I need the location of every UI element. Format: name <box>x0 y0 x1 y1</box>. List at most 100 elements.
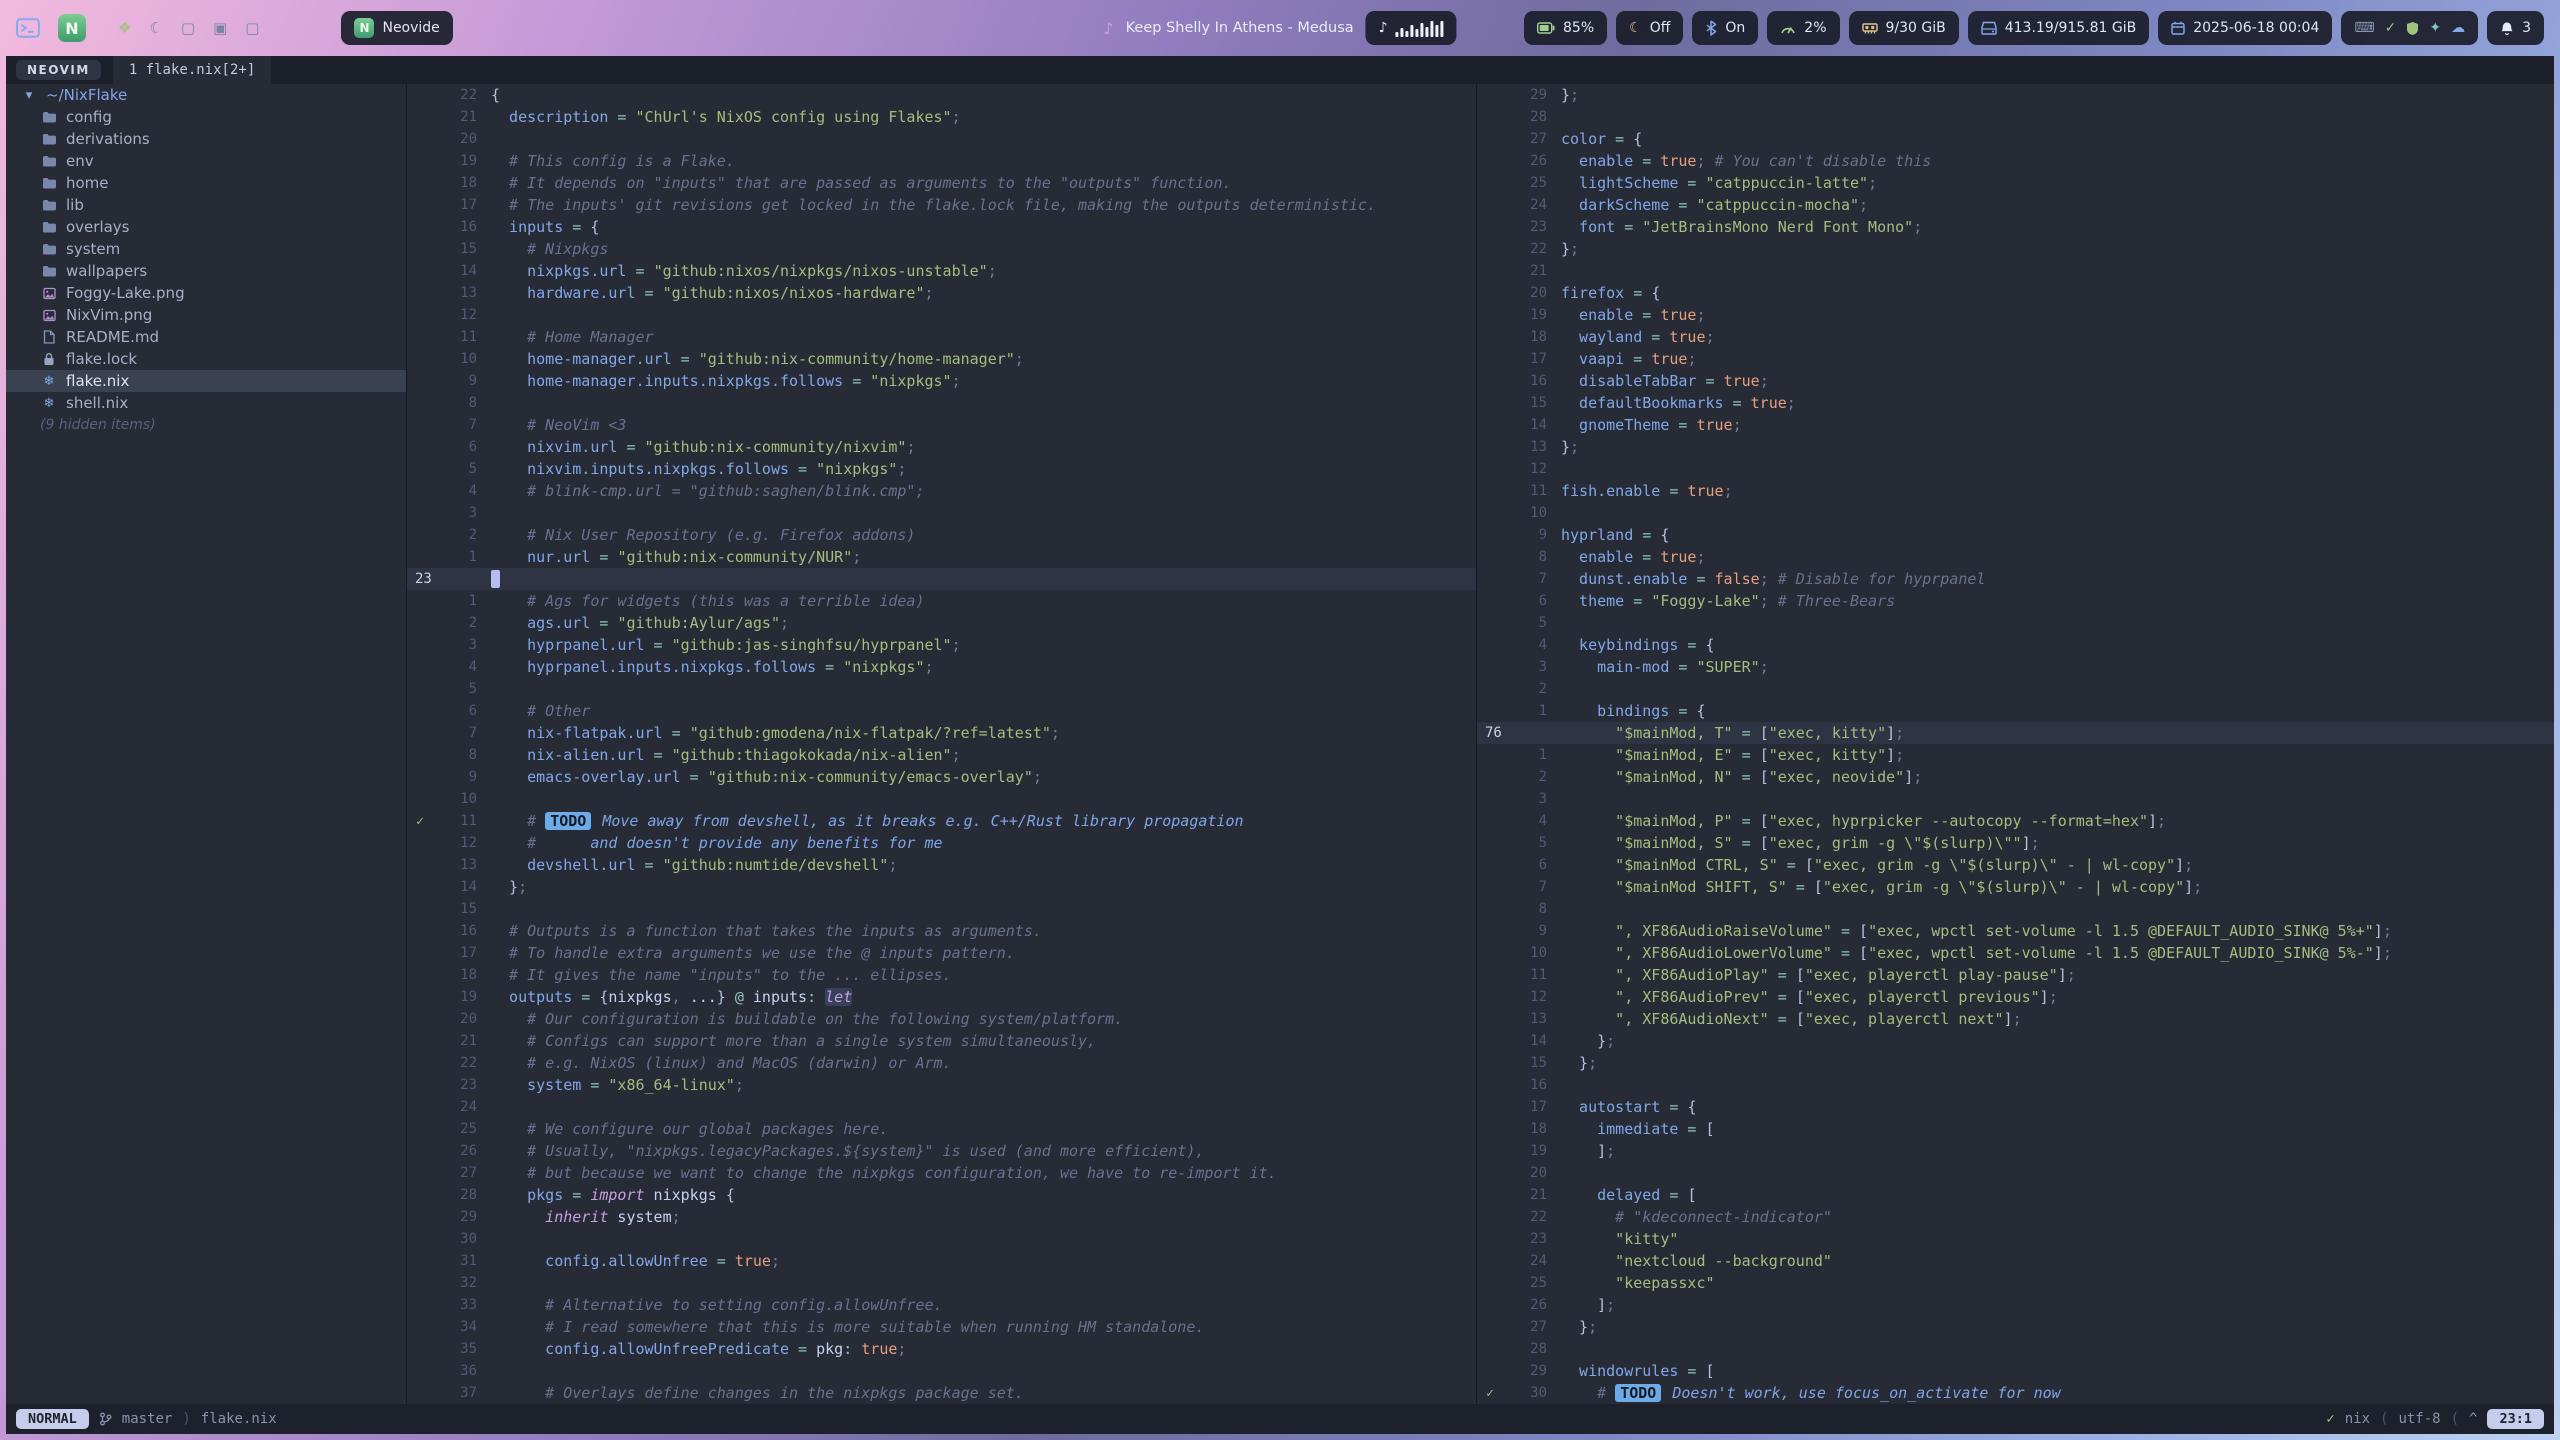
code-pane-right[interactable]: 29};2827color = {26 enable = true; # You… <box>1477 84 2554 1404</box>
code-line[interactable]: 22{ <box>407 84 1476 106</box>
code-line[interactable]: 17 # To handle extra arguments we use th… <box>407 942 1476 964</box>
buffer-tab[interactable]: 1 flake.nix[2+] <box>113 56 271 84</box>
code-line[interactable]: 14 }; <box>407 876 1476 898</box>
code-line[interactable]: 24 "nextcloud --background" <box>1477 1250 2554 1272</box>
code-line[interactable]: 11 ", XF86AudioPlay" = ["exec, playerctl… <box>1477 964 2554 986</box>
code-line[interactable]: 23 <box>407 568 1476 590</box>
code-line[interactable]: 15 # Nixpkgs <box>407 238 1476 260</box>
tree-item-home[interactable]: home <box>6 172 406 194</box>
code-line[interactable]: 19 ]; <box>1477 1140 2554 1162</box>
code-line[interactable]: 6 "$mainMod CTRL, S" = ["exec, grim -g \… <box>1477 854 2554 876</box>
code-line[interactable]: 28 <box>1477 106 2554 128</box>
code-line[interactable]: 21 <box>1477 260 2554 282</box>
code-pane-left[interactable]: 22{21 description = "ChUrl's NixOS confi… <box>407 84 1477 1404</box>
code-line[interactable]: 13 ", XF86AudioNext" = ["exec, playerctl… <box>1477 1008 2554 1030</box>
code-line[interactable]: 9 home-manager.inputs.nixpkgs.follows = … <box>407 370 1476 392</box>
chip-bluetooth[interactable]: On <box>1692 11 1758 45</box>
code-line[interactable]: 15 <box>407 898 1476 920</box>
code-line[interactable]: 20firefox = { <box>1477 282 2554 304</box>
sparkle-icon[interactable]: ✦ <box>2429 21 2441 35</box>
code-line[interactable]: 13 hardware.url = "github:nixos/nixos-ha… <box>407 282 1476 304</box>
code-line[interactable]: 16 inputs = { <box>407 216 1476 238</box>
code-line[interactable]: 1 bindings = { <box>1477 700 2554 722</box>
code-line[interactable]: 24 <box>407 1096 1476 1118</box>
code-line[interactable]: 21 # Configs can support more than a sin… <box>407 1030 1476 1052</box>
code-line[interactable]: 26 ]; <box>1477 1294 2554 1316</box>
code-line[interactable]: 19 # This config is a Flake. <box>407 150 1476 172</box>
code-line[interactable]: 15 }; <box>1477 1052 2554 1074</box>
code-line[interactable]: 6 theme = "Foggy-Lake"; # Three-Bears <box>1477 590 2554 612</box>
code-line[interactable]: 7 nix-flatpak.url = "github:gmodena/nix-… <box>407 722 1476 744</box>
code-line[interactable]: 9 ", XF86AudioRaiseVolume" = ["exec, wpc… <box>1477 920 2554 942</box>
code-line[interactable]: 25 # We configure our global packages he… <box>407 1118 1476 1140</box>
code-line[interactable]: ✓11 # TODO Move away from devshell, as i… <box>407 810 1476 832</box>
code-line[interactable]: 8 enable = true; <box>1477 546 2554 568</box>
code-line[interactable]: 5 "$mainMod, S" = ["exec, grim -g \"$(sl… <box>1477 832 2554 854</box>
code-line[interactable]: 10 home-manager.url = "github:nix-commun… <box>407 348 1476 370</box>
code-line[interactable]: 4 keybindings = { <box>1477 634 2554 656</box>
chip-disk[interactable]: 413.19/915.81 GiB <box>1968 11 2149 45</box>
code-line[interactable]: 15 defaultBookmarks = true; <box>1477 392 2554 414</box>
code-line[interactable]: 7 # NeoVim <3 <box>407 414 1476 436</box>
code-line[interactable]: 24 darkScheme = "catppuccin-mocha"; <box>1477 194 2554 216</box>
check-icon[interactable]: ✓ <box>2385 21 2397 35</box>
code-line[interactable]: 12 ", XF86AudioPrev" = ["exec, playerctl… <box>1477 986 2554 1008</box>
code-line[interactable]: 5 <box>407 678 1476 700</box>
workspace-icon-3[interactable]: ▢ <box>181 19 195 37</box>
code-line[interactable]: 3 main-mod = "SUPER"; <box>1477 656 2554 678</box>
code-line[interactable]: 19 enable = true; <box>1477 304 2554 326</box>
code-line[interactable]: 14 gnomeTheme = true; <box>1477 414 2554 436</box>
code-line[interactable]: 4 # blink-cmp.url = "github:saghen/blink… <box>407 480 1476 502</box>
code-line[interactable]: 31 config.allowUnfree = true; <box>407 1250 1476 1272</box>
code-line[interactable]: 2 # Nix User Repository (e.g. Firefox ad… <box>407 524 1476 546</box>
tree-item-Foggy-Lake.png[interactable]: Foggy-Lake.png <box>6 282 406 304</box>
code-line[interactable]: 22 # "kdeconnect-indicator" <box>1477 1206 2554 1228</box>
code-line[interactable]: 11 # Home Manager <box>407 326 1476 348</box>
notifications-chip[interactable]: 3 <box>2487 11 2544 45</box>
code-line[interactable]: 23 "kitty" <box>1477 1228 2554 1250</box>
cloud-icon[interactable]: ☁ <box>2451 21 2465 35</box>
tree-item-NixVim.png[interactable]: NixVim.png <box>6 304 406 326</box>
tree-root[interactable]: ▾~/NixFlake <box>6 84 406 106</box>
code-line[interactable]: 4 hyprpanel.inputs.nixpkgs.follows = "ni… <box>407 656 1476 678</box>
code-line[interactable]: 29 windowrules = [ <box>1477 1360 2554 1382</box>
code-line[interactable]: 10 ", XF86AudioLowerVolume" = ["exec, wp… <box>1477 942 2554 964</box>
tree-item-flake.lock[interactable]: flake.lock <box>6 348 406 370</box>
code-line[interactable]: 28 <box>1477 1338 2554 1360</box>
code-line[interactable]: 25 "keepassxc" <box>1477 1272 2554 1294</box>
tree-item-system[interactable]: system <box>6 238 406 260</box>
code-line[interactable]: 7 "$mainMod SHIFT, S" = ["exec, grim -g … <box>1477 876 2554 898</box>
code-line[interactable]: 13}; <box>1477 436 2554 458</box>
code-line[interactable]: 32 <box>407 1272 1476 1294</box>
code-line[interactable]: 26 enable = true; # You can't disable th… <box>1477 150 2554 172</box>
code-line[interactable]: 22 # e.g. NixOS (linux) and MacOS (darwi… <box>407 1052 1476 1074</box>
code-line[interactable]: 4 "$mainMod, P" = ["exec, hyprpicker --a… <box>1477 810 2554 832</box>
code-line[interactable]: 6 # Other <box>407 700 1476 722</box>
chip-clock[interactable]: 2025-06-18 00:04 <box>2158 11 2332 45</box>
workspace-icon-1[interactable]: ❖ <box>118 19 131 37</box>
code-line[interactable]: 21 delayed = [ <box>1477 1184 2554 1206</box>
code-line[interactable]: 9hyprland = { <box>1477 524 2554 546</box>
tree-item-shell.nix[interactable]: ❄shell.nix <box>6 392 406 414</box>
code-line[interactable]: 20 <box>407 128 1476 150</box>
code-line[interactable]: 18 immediate = [ <box>1477 1118 2554 1140</box>
tree-item-overlays[interactable]: overlays <box>6 216 406 238</box>
code-line[interactable]: 2 <box>1477 678 2554 700</box>
code-line[interactable]: 17 autostart = { <box>1477 1096 2554 1118</box>
code-line[interactable]: 22}; <box>1477 238 2554 260</box>
code-line[interactable]: 27 # but because we want to change the n… <box>407 1162 1476 1184</box>
code-line[interactable]: 7 dunst.enable = false; # Disable for hy… <box>1477 568 2554 590</box>
code-line[interactable]: 2 "$mainMod, N" = ["exec, neovide"]; <box>1477 766 2554 788</box>
code-line[interactable]: 12 <box>1477 458 2554 480</box>
code-line[interactable]: ✓30 # TODO Doesn't work, use focus_on_ac… <box>1477 1382 2554 1404</box>
code-line[interactable]: 11fish.enable = true; <box>1477 480 2554 502</box>
code-line[interactable]: 29 inherit system; <box>407 1206 1476 1228</box>
keyboard-icon[interactable]: ⌨ <box>2354 21 2374 35</box>
code-line[interactable]: 30 <box>407 1228 1476 1250</box>
code-line[interactable]: 35 config.allowUnfreePredicate = pkg: tr… <box>407 1338 1476 1360</box>
code-line[interactable]: 18 # It gives the name "inputs" to the .… <box>407 964 1476 986</box>
code-line[interactable]: 8 nix-alien.url = "github:thiagokokada/n… <box>407 744 1476 766</box>
code-line[interactable]: 17 # The inputs' git revisions get locke… <box>407 194 1476 216</box>
code-line[interactable]: 5 nixvim.inputs.nixpkgs.follows = "nixpk… <box>407 458 1476 480</box>
code-line[interactable]: 34 # I read somewhere that this is more … <box>407 1316 1476 1338</box>
